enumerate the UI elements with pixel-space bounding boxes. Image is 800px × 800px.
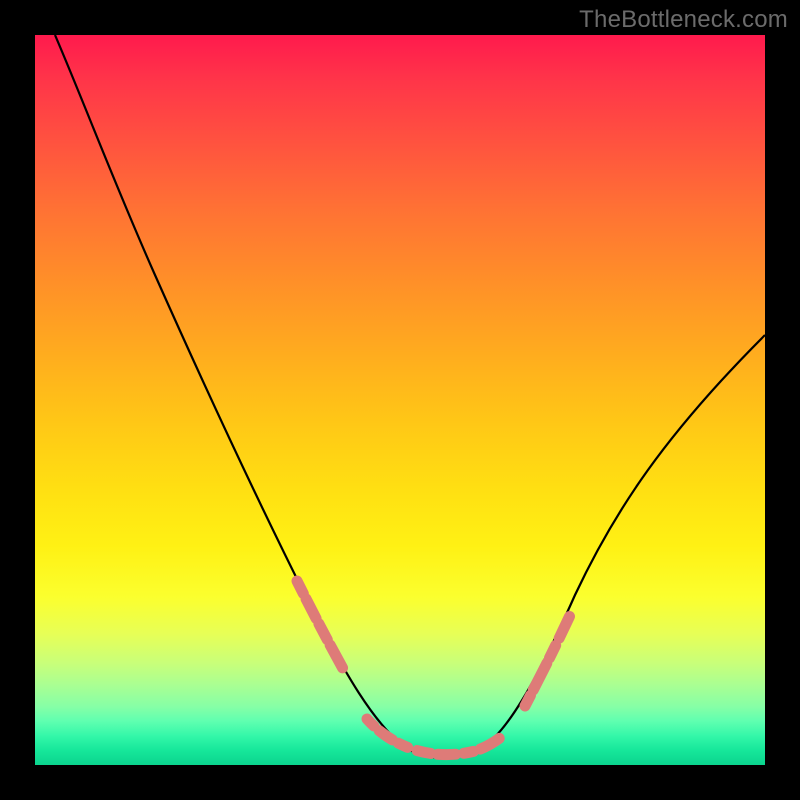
watermark-text: TheBottleneck.com — [579, 6, 788, 34]
curve-path — [55, 35, 765, 758]
highlight-bottom — [367, 719, 507, 755]
chart-plot-area — [35, 35, 765, 765]
bottleneck-curve — [35, 35, 765, 765]
highlight-left — [297, 581, 351, 683]
highlight-right — [525, 598, 578, 706]
